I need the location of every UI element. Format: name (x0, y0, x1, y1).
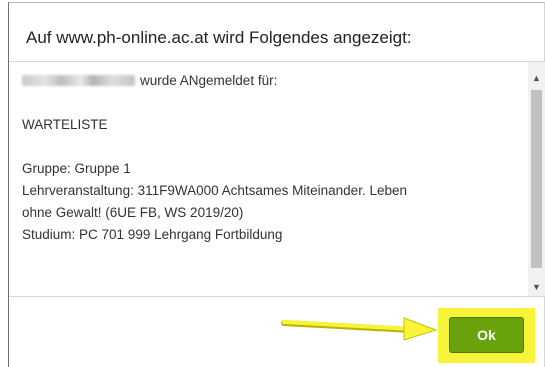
redacted-name (22, 75, 135, 86)
ok-button-highlight: Ok (438, 308, 535, 363)
status-text: WARTELISTE (22, 117, 108, 132)
scroll-thumb[interactable] (531, 90, 542, 268)
dialog-title: Auf www.ph-online.ac.at wird Folgendes a… (26, 28, 412, 47)
arrow-right-icon (281, 317, 438, 340)
course-text-line-2: ohne Gewalt! (6UE FB, WS 2019/20) (22, 205, 244, 220)
message-text: wurde ANgemeldet für: WARTELISTE Gruppe:… (22, 70, 522, 246)
ok-button[interactable]: Ok (449, 317, 524, 353)
message-registered-line: wurde ANgemeldet für: (22, 70, 522, 92)
registered-suffix: wurde ANgemeldet für: (140, 73, 278, 88)
vertical-scrollbar[interactable]: ▲ ▼ (528, 62, 545, 296)
study-text: Studium: PC 701 999 Lehrgang Fortbildung (22, 227, 283, 242)
chevron-down-icon[interactable]: ▼ (528, 279, 545, 296)
group-text: Gruppe: Gruppe 1 (22, 161, 131, 176)
course-text-line-1: Lehrveranstaltung: 311F9WA000 Achtsames … (22, 183, 407, 198)
chevron-up-icon[interactable]: ▲ (528, 70, 545, 87)
message-area[interactable]: wurde ANgemeldet für: WARTELISTE Gruppe:… (9, 61, 545, 297)
